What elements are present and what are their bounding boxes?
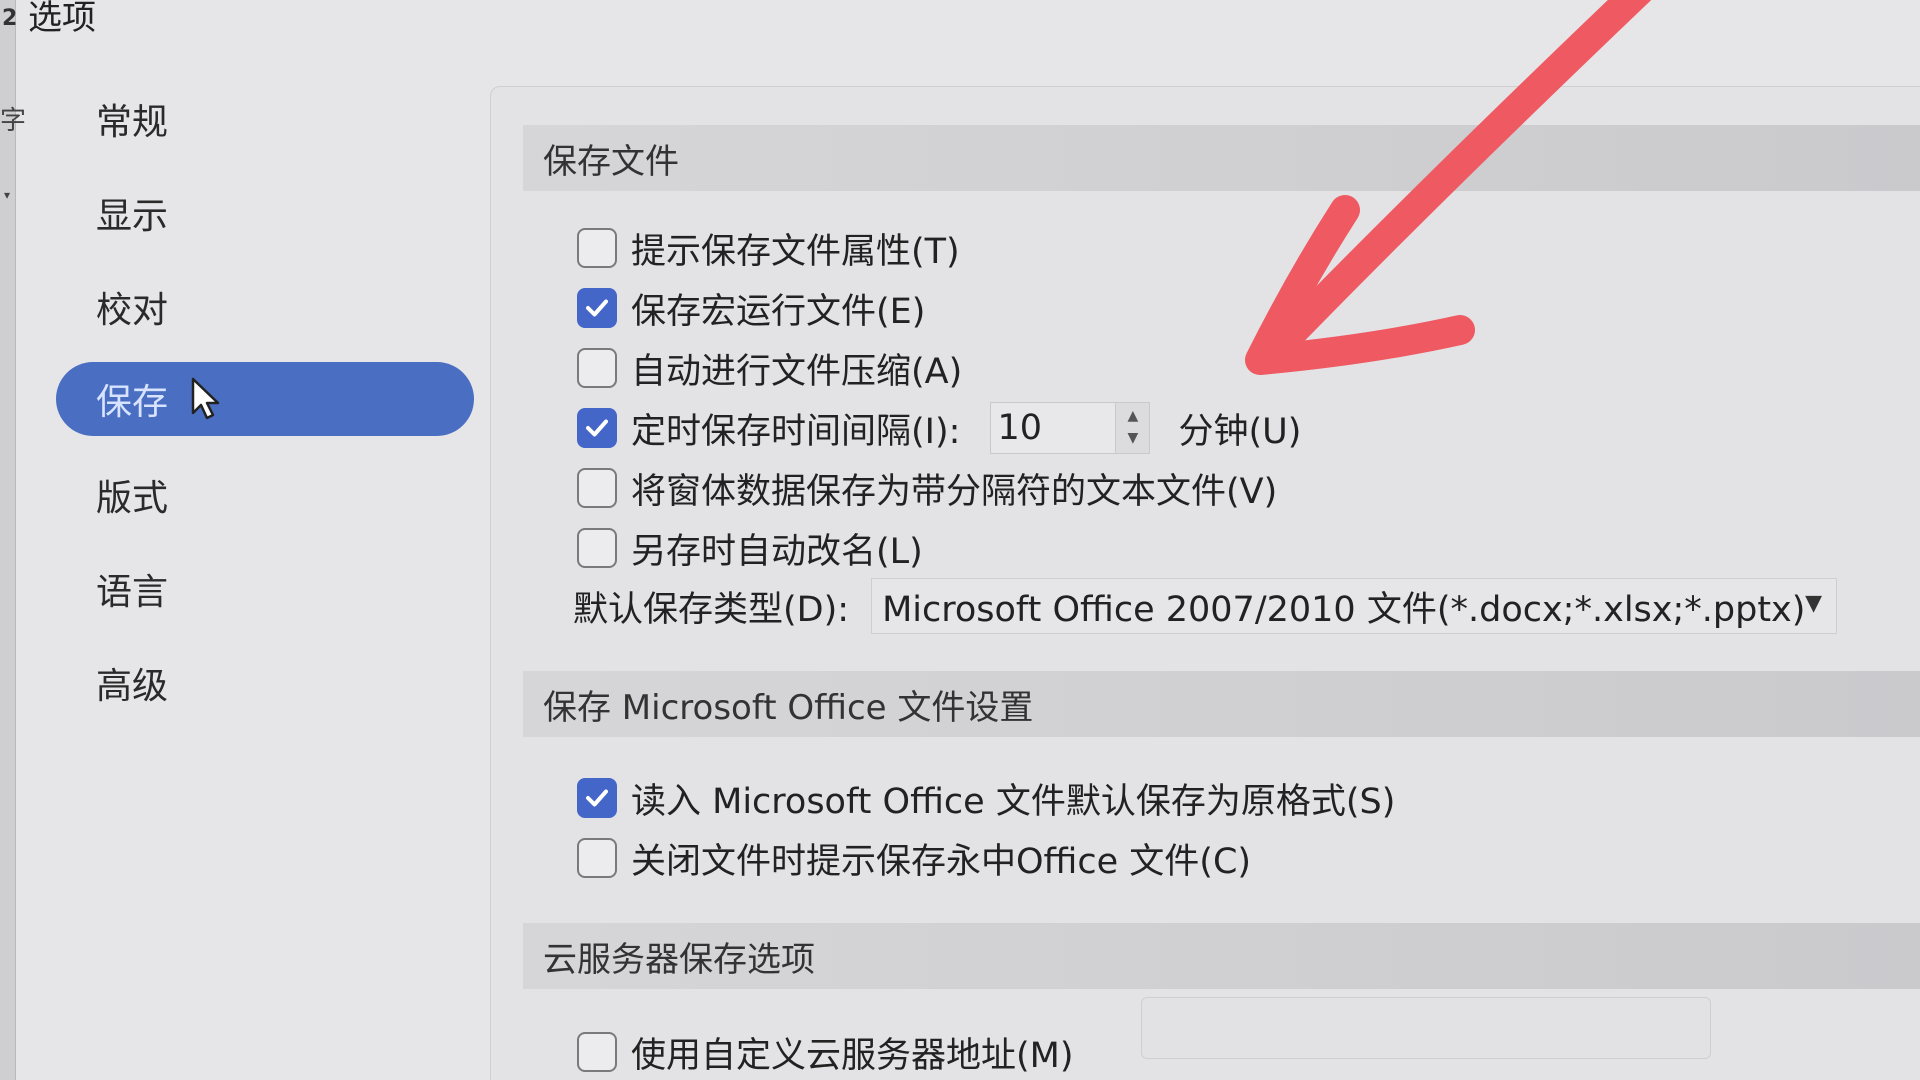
option-row[interactable]: 使用自定义云服务器地址(M) <box>577 1027 1074 1077</box>
option-label: 将窗体数据保存为带分隔符的文本文件(V) <box>631 471 1278 512</box>
option-row[interactable]: 提示保存文件属性(T) <box>577 223 960 273</box>
sidebar-item-label: 语言 <box>96 572 169 613</box>
option-label: 读入 Microsoft Office 文件默认保存为原格式(S) <box>631 781 1396 822</box>
section-header-cloud: 云服务器保存选项 <box>523 923 1920 989</box>
option-row[interactable]: 读入 Microsoft Office 文件默认保存为原格式(S) <box>577 773 1395 823</box>
sidebar-item-label: 常规 <box>96 102 169 143</box>
sidebar-item-label: 校对 <box>96 290 169 331</box>
window-title: 选项 <box>28 0 96 38</box>
sidebar-item-label: 高级 <box>96 666 169 707</box>
check-icon <box>586 419 608 437</box>
option-row[interactable]: 保存宏运行文件(E) <box>577 283 925 333</box>
default-save-type-label: 默认保存类型(D): <box>573 589 850 630</box>
option-label: 关闭文件时提示保存永中Office 文件(C) <box>631 841 1252 882</box>
check-icon <box>586 789 608 807</box>
sidebar-item-layout[interactable]: 版式 <box>56 458 474 532</box>
option-label: 另存时自动改名(L) <box>631 531 923 572</box>
default-save-type-select[interactable]: Microsoft Office 2007/2010 文件(*.docx;*.x… <box>871 578 1838 634</box>
sidebar-item-label: 保存 <box>96 382 169 423</box>
stepper-buttons: ▲ ▼ <box>1115 403 1150 453</box>
sidebar-item-advanced[interactable]: 高级 <box>56 646 474 720</box>
sidebar-item-general[interactable]: 常规 <box>56 82 474 156</box>
check-icon <box>586 299 608 317</box>
option-row[interactable]: 定时保存时间间隔(I): 10 ▲ ▼ 分钟(U) <box>577 402 1302 454</box>
edge-caret-icon: ▾ <box>4 188 11 202</box>
checkbox-keep-original-format[interactable] <box>577 778 617 818</box>
option-row[interactable]: 关闭文件时提示保存永中Office 文件(C) <box>577 833 1251 883</box>
default-save-type-value: Microsoft Office 2007/2010 文件(*.docx;*.x… <box>882 589 1806 630</box>
sidebar-item-save[interactable]: 保存 <box>56 362 474 436</box>
sidebar-item-language[interactable]: 语言 <box>56 552 474 626</box>
mouse-cursor-icon <box>190 377 224 421</box>
checkbox-auto-compress[interactable] <box>577 348 617 388</box>
default-save-type-row: 默认保存类型(D): Microsoft Office 2007/2010 文件… <box>573 578 1838 634</box>
edge-char: 字 <box>0 106 27 136</box>
option-label: 自动进行文件压缩(A) <box>631 351 963 392</box>
stepper-down-icon[interactable]: ▼ <box>1128 428 1139 450</box>
settings-panel: 保存文件 提示保存文件属性(T) 保存宏运行文件(E) 自动进行文件压缩(A) … <box>490 86 1920 1080</box>
section-header-save-file: 保存文件 <box>523 125 1920 191</box>
option-label: 定时保存时间间隔(I): <box>631 411 961 452</box>
checkbox-form-data-text[interactable] <box>577 468 617 508</box>
option-row[interactable]: 另存时自动改名(L) <box>577 523 923 573</box>
sidebar-item-display[interactable]: 显示 <box>56 176 474 250</box>
checkbox-auto-rename[interactable] <box>577 528 617 568</box>
option-label: 使用自定义云服务器地址(M) <box>631 1035 1074 1076</box>
option-row[interactable]: 将窗体数据保存为带分隔符的文本文件(V) <box>577 463 1277 513</box>
checkbox-prompt-on-close[interactable] <box>577 838 617 878</box>
option-row[interactable]: 自动进行文件压缩(A) <box>577 343 962 393</box>
checkbox-save-macro[interactable] <box>577 288 617 328</box>
checkbox-prompt-properties[interactable] <box>577 228 617 268</box>
option-label: 保存宏运行文件(E) <box>631 291 926 332</box>
sidebar-item-label: 显示 <box>96 196 169 237</box>
window-edge-strip: 2 字 ▾ <box>0 0 26 1080</box>
checkbox-custom-cloud-server[interactable] <box>577 1032 617 1072</box>
option-label: 提示保存文件属性(T) <box>631 231 960 272</box>
section-header-ms-office: 保存 Microsoft Office 文件设置 <box>523 671 1920 737</box>
dropdown-arrow-icon[interactable]: ▼ <box>1805 591 1822 616</box>
autosave-interval-value[interactable]: 10 <box>991 408 1042 448</box>
sidebar-item-proofing[interactable]: 校对 <box>56 270 474 344</box>
interval-unit-label: 分钟(U) <box>1178 411 1302 452</box>
cloud-server-address-input[interactable] <box>1141 997 1711 1059</box>
checkbox-autosave-interval[interactable] <box>577 408 617 448</box>
sidebar-item-label: 版式 <box>96 478 169 519</box>
options-dialog: 2 字 ▾ 选项 常规 显示 校对 保存 版式 语言 高级 保存文件 提示保存文… <box>0 0 1920 1080</box>
stepper-up-icon[interactable]: ▲ <box>1128 406 1139 428</box>
autosave-interval-stepper[interactable]: 10 ▲ ▼ <box>990 402 1151 454</box>
edge-number: 2 <box>2 6 18 31</box>
